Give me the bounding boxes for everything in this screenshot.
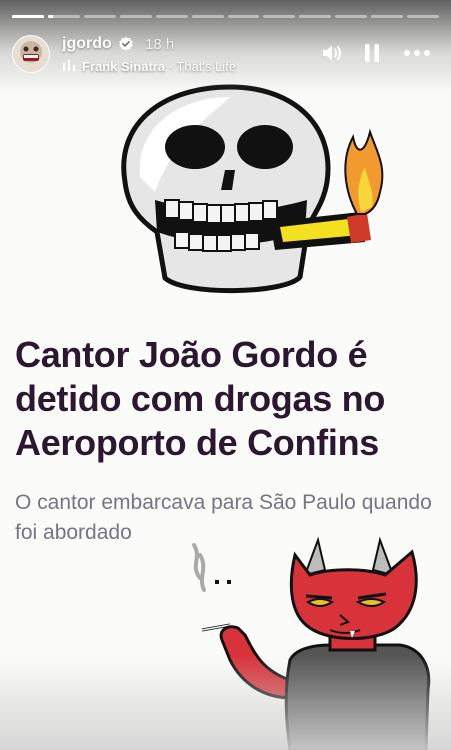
story-progress-segment xyxy=(227,15,260,18)
story-progress-fill xyxy=(12,15,44,18)
music-artist: Frank Sinatra xyxy=(82,59,166,74)
avatar[interactable] xyxy=(12,35,50,73)
avatar-image xyxy=(13,36,49,72)
story-progress-segment xyxy=(299,15,332,18)
more-options-icon[interactable] xyxy=(402,42,432,64)
story-progress-segment xyxy=(12,15,44,18)
speaker-icon[interactable] xyxy=(321,42,343,64)
story-progress-segment xyxy=(407,15,440,18)
story-progress-fill xyxy=(47,15,53,18)
story-progress-segment xyxy=(47,15,80,18)
story-progress-segment xyxy=(119,15,152,18)
music-info[interactable]: Frank Sinatra · That's Life xyxy=(82,59,236,74)
story-viewer[interactable]: jgordo 18 h Frank Sinatra · That's Life xyxy=(0,0,451,750)
story-progress-segment xyxy=(155,15,188,18)
skull-cigar-illustration xyxy=(121,84,384,294)
music-song: That's Life xyxy=(176,59,236,74)
story-progress-segment xyxy=(83,15,116,18)
story-header: jgordo 18 h Frank Sinatra · That's Life xyxy=(12,32,439,76)
story-progress-segment xyxy=(263,15,296,18)
music-separator: · xyxy=(165,59,177,74)
story-progress-segment xyxy=(335,15,368,18)
music-bars-icon xyxy=(63,60,75,71)
story-progress-bar xyxy=(12,15,440,18)
bottom-gradient xyxy=(0,655,451,750)
story-progress-segment xyxy=(191,15,224,18)
username[interactable]: jgordo xyxy=(62,35,112,53)
post-time: 18 h xyxy=(145,36,175,53)
story-progress-segment xyxy=(371,15,404,18)
verified-badge-icon xyxy=(119,36,133,51)
pause-icon[interactable] xyxy=(362,42,382,64)
news-headline: Cantor João Gordo é detido com drogas no… xyxy=(15,334,386,463)
